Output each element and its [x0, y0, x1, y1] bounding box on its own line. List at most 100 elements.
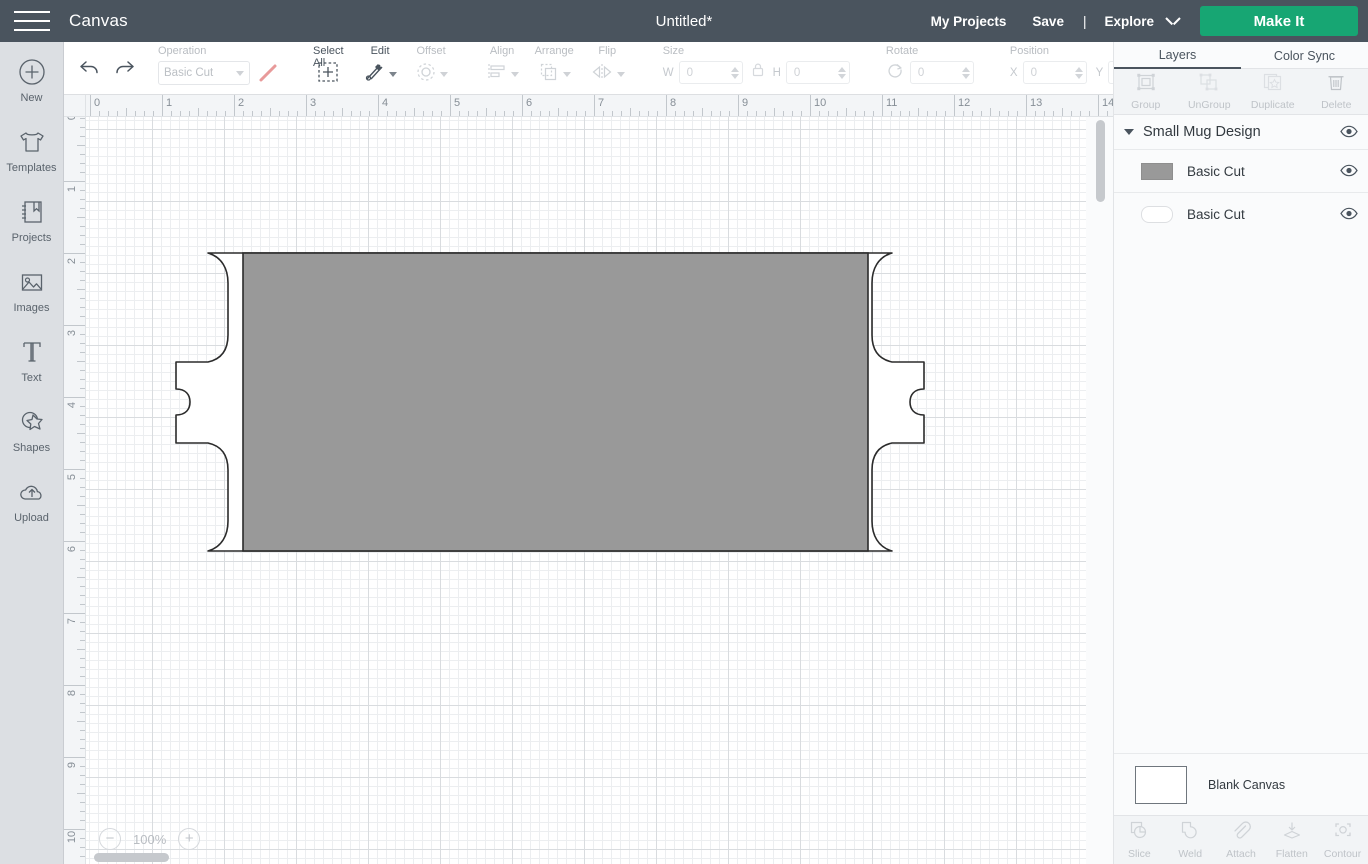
- ruler-minor-tick: [1107, 111, 1108, 116]
- flatten-button[interactable]: Flatten: [1266, 816, 1317, 864]
- arrange-icon[interactable]: [538, 61, 560, 88]
- operation-color-swatch[interactable]: [257, 62, 279, 84]
- sidebar-item-text[interactable]: Text: [0, 336, 64, 406]
- ruler-h-label: 1: [166, 97, 173, 109]
- horizontal-scrollbar-thumb[interactable]: [94, 853, 169, 862]
- undo-icon[interactable]: [78, 58, 102, 78]
- layer-color-swatch[interactable]: [1141, 162, 1173, 180]
- ruler-minor-tick: [261, 111, 262, 116]
- contour-button[interactable]: Contour: [1317, 816, 1368, 864]
- width-stepper[interactable]: [730, 66, 739, 79]
- ruler-v-label: 1: [66, 185, 78, 193]
- sidebar-item-projects[interactable]: Projects: [0, 196, 64, 266]
- canvas-label: Canvas: [69, 11, 128, 30]
- ruler-minor-tick: [1080, 111, 1081, 116]
- select-all-icon[interactable]: [317, 61, 339, 83]
- group-icon: [1135, 72, 1157, 97]
- pos-x-stepper[interactable]: [1074, 66, 1083, 79]
- text-t-icon: [16, 336, 48, 368]
- attach-button[interactable]: Attach: [1216, 816, 1267, 864]
- vertical-scrollbar-thumb[interactable]: [1096, 120, 1105, 202]
- ruler-minor-tick: [369, 111, 370, 116]
- eye-icon[interactable]: [1340, 164, 1358, 178]
- chevron-down-icon[interactable]: [439, 72, 448, 77]
- ruler-h-label: 2: [238, 97, 245, 109]
- ruler-minor-tick: [540, 111, 541, 116]
- select-all-group[interactable]: Select All: [313, 45, 344, 91]
- operation-select[interactable]: Basic Cut: [158, 61, 250, 85]
- sidebar-item-images[interactable]: Images: [0, 266, 64, 336]
- canvas-area[interactable]: 01234567891011121314 012345678910 − 100%…: [64, 95, 1113, 864]
- tab-layers[interactable]: Layers: [1114, 42, 1241, 69]
- canvas-horizontal-scrollbar[interactable]: [89, 853, 1089, 862]
- layer-color-swatch[interactable]: [1141, 205, 1173, 223]
- ruler-minor-tick: [126, 108, 127, 116]
- lock-icon[interactable]: [750, 61, 766, 84]
- ruler-minor-tick: [225, 111, 226, 116]
- layer-row[interactable]: Basic Cut: [1114, 192, 1368, 235]
- sidebar-item-new[interactable]: New: [0, 56, 64, 126]
- layer-group-row[interactable]: Small Mug Design: [1114, 115, 1368, 149]
- rotate-stepper[interactable]: [961, 66, 970, 79]
- flip-icon[interactable]: [590, 61, 614, 88]
- tab-color-sync[interactable]: Color Sync: [1241, 42, 1368, 69]
- chevron-down-icon[interactable]: [510, 72, 519, 77]
- sidebar-label: Images: [13, 302, 50, 314]
- blank-canvas-thumb[interactable]: [1135, 765, 1187, 804]
- flip-caption: Flip: [598, 45, 617, 57]
- chevron-down-icon[interactable]: [388, 72, 397, 77]
- width-value: 0: [686, 66, 693, 79]
- blank-canvas-row[interactable]: Blank Canvas: [1114, 753, 1368, 815]
- rotate-icon[interactable]: [886, 61, 904, 84]
- rotate-input[interactable]: 0: [909, 61, 974, 84]
- canvas-grid-wrap[interactable]: [86, 117, 1113, 864]
- layer-row[interactable]: Basic Cut: [1114, 149, 1368, 192]
- ruler-minor-tick: [80, 586, 85, 587]
- delete-button[interactable]: Delete: [1305, 69, 1368, 114]
- ruler-minor-tick: [80, 694, 85, 695]
- tshirt-icon: [16, 126, 48, 158]
- chevron-down-icon[interactable]: [616, 72, 625, 77]
- ruler-minor-tick: [80, 226, 85, 227]
- sidebar-item-templates[interactable]: Templates: [0, 126, 64, 196]
- group-button[interactable]: Group: [1114, 69, 1178, 114]
- sidebar-item-upload[interactable]: Upload: [0, 476, 64, 546]
- edit-group[interactable]: Edit: [364, 45, 397, 91]
- make-it-button[interactable]: Make It: [1200, 6, 1358, 36]
- arrange-group[interactable]: Arrange: [535, 45, 574, 91]
- sidebar-item-shapes[interactable]: Shapes: [0, 406, 64, 476]
- edit-scissors-icon[interactable]: [364, 61, 386, 88]
- height-input[interactable]: 0: [785, 61, 850, 84]
- eye-icon[interactable]: [1340, 125, 1358, 139]
- my-projects-link[interactable]: My Projects: [918, 14, 1020, 29]
- plus-circle-icon[interactable]: +: [178, 828, 201, 850]
- align-icon[interactable]: [486, 61, 508, 88]
- chevron-down-icon[interactable]: [562, 72, 571, 77]
- width-input[interactable]: 0: [678, 61, 743, 84]
- save-button[interactable]: Save: [1019, 14, 1077, 29]
- ruler-major-tick: [810, 95, 811, 116]
- chevron-down-icon[interactable]: [1124, 129, 1134, 135]
- ruler-minor-tick: [468, 111, 469, 116]
- mug-wrap-shape[interactable]: [86, 117, 1113, 864]
- offset-icon[interactable]: [415, 61, 437, 88]
- ruler-minor-tick: [432, 111, 433, 116]
- duplicate-button[interactable]: Duplicate: [1241, 69, 1305, 114]
- pos-x-input[interactable]: 0: [1022, 61, 1087, 84]
- slice-button[interactable]: Slice: [1114, 816, 1165, 864]
- align-group[interactable]: Align: [486, 45, 519, 91]
- ruler-minor-tick: [1008, 111, 1009, 116]
- height-stepper[interactable]: [837, 66, 846, 79]
- redo-icon[interactable]: [112, 58, 136, 78]
- explore-dropdown[interactable]: Explore: [1092, 14, 1186, 29]
- hamburger-icon[interactable]: [14, 8, 50, 34]
- minus-circle-icon[interactable]: −: [99, 828, 121, 850]
- ruler-minor-tick: [80, 352, 85, 353]
- eye-icon[interactable]: [1340, 207, 1358, 221]
- right-panel-tabs: Layers Color Sync: [1114, 42, 1368, 69]
- offset-group[interactable]: Offset: [415, 45, 448, 91]
- ungroup-button[interactable]: UnGroup: [1178, 69, 1242, 114]
- flip-group[interactable]: Flip: [590, 45, 625, 91]
- canvas-vertical-scrollbar[interactable]: [1096, 120, 1105, 860]
- weld-button[interactable]: Weld: [1165, 816, 1216, 864]
